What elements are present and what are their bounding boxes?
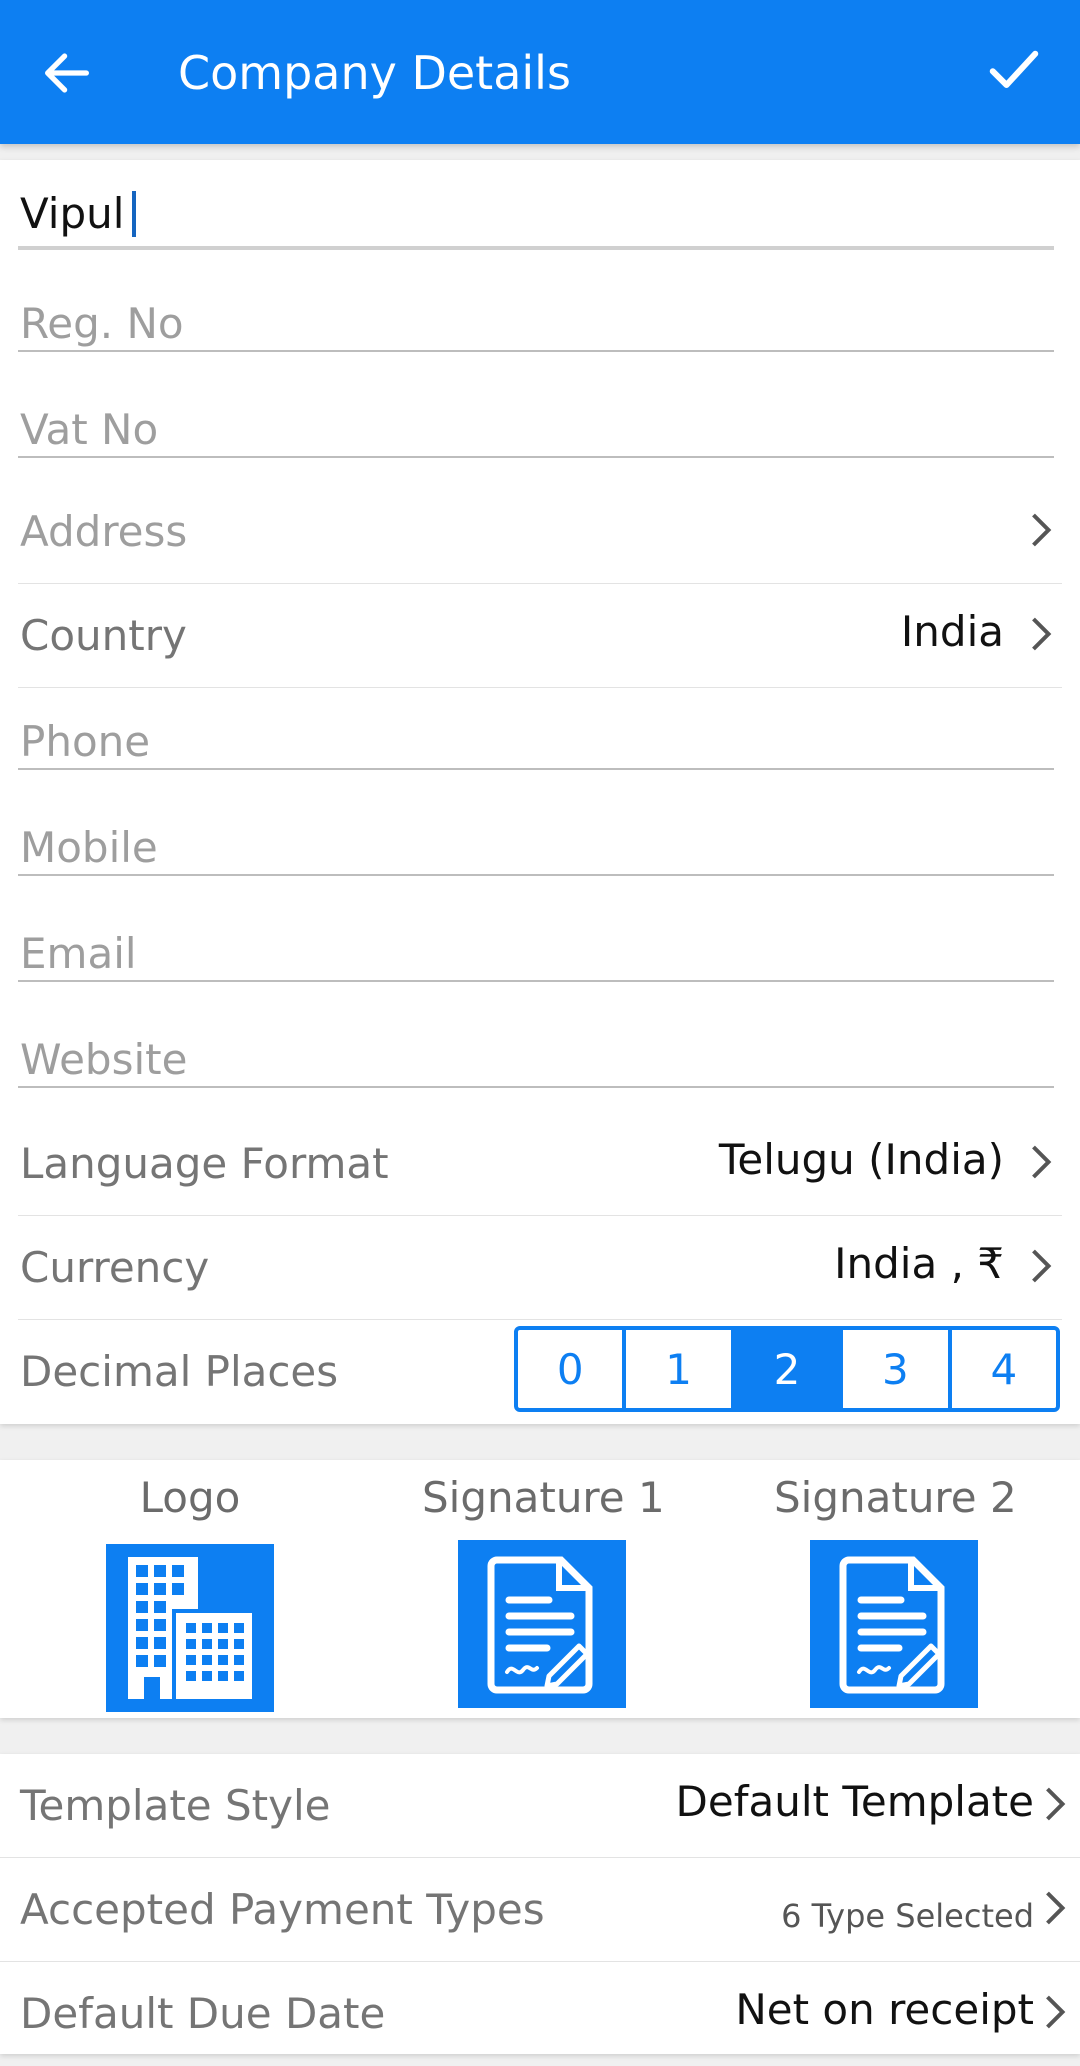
country-row[interactable]: Country India <box>18 584 1062 688</box>
language-format-row[interactable]: Language Format Telugu (India) <box>18 1112 1062 1216</box>
address-row[interactable]: Address <box>18 480 1062 584</box>
divider <box>18 687 1062 688</box>
language-format-label: Language Format <box>20 1139 389 1188</box>
decimal-option-2[interactable]: 2 <box>734 1330 844 1408</box>
company-name-underline <box>18 246 1054 250</box>
phone-underline <box>18 768 1054 770</box>
logo-section[interactable]: Logo <box>70 1470 310 1712</box>
mobile-placeholder: Mobile <box>20 823 158 872</box>
decimal-option-1[interactable]: 1 <box>626 1330 735 1408</box>
chevron-right-icon <box>1032 617 1052 651</box>
checkmark-icon[interactable] <box>984 40 1044 100</box>
due-date-row[interactable]: Default Due Date Net on receipt <box>0 1962 1080 2066</box>
arrow-left-icon[interactable] <box>38 44 96 102</box>
template-style-label: Template Style <box>20 1781 331 1830</box>
signature2-tile[interactable] <box>810 1540 978 1708</box>
chevron-right-icon <box>1046 1891 1066 1925</box>
vat-no-underline <box>18 456 1054 458</box>
reg-no-field[interactable]: Reg. No <box>18 296 1054 354</box>
template-style-value: Default Template <box>675 1777 1034 1826</box>
country-label: Country <box>20 611 187 660</box>
company-name-value: Vipul <box>20 189 125 238</box>
chevron-right-icon <box>1032 1249 1052 1283</box>
signature1-tile[interactable] <box>458 1540 626 1708</box>
logo-tile[interactable] <box>106 1544 274 1712</box>
website-field[interactable]: Website <box>18 1032 1054 1090</box>
email-placeholder: Email <box>20 929 137 978</box>
decimal-places-selector: 0 1 2 3 4 <box>514 1326 1060 1412</box>
country-value: India <box>900 607 1004 656</box>
mobile-field[interactable]: Mobile <box>18 820 1054 878</box>
email-field[interactable]: Email <box>18 926 1054 984</box>
decimal-places-label: Decimal Places <box>20 1347 339 1396</box>
address-placeholder: Address <box>20 507 188 556</box>
website-underline <box>18 1086 1054 1088</box>
app-bar: Company Details <box>0 0 1080 144</box>
reg-no-placeholder: Reg. No <box>20 299 184 348</box>
language-format-value: Telugu (India) <box>718 1135 1004 1184</box>
template-style-row[interactable]: Template Style Default Template <box>0 1754 1080 1858</box>
due-date-label: Default Due Date <box>20 1989 386 2038</box>
currency-label: Currency <box>20 1243 210 1292</box>
signature2-section[interactable]: Signature 2 <box>774 1470 1017 1708</box>
phone-field[interactable]: Phone <box>18 714 1054 772</box>
chevron-right-icon <box>1046 1787 1066 1821</box>
decimal-option-4[interactable]: 4 <box>952 1330 1056 1408</box>
payment-types-label: Accepted Payment Types <box>20 1885 545 1934</box>
signed-document-icon <box>839 1556 945 1694</box>
signature2-label: Signature 2 <box>774 1473 1017 1522</box>
payment-types-row[interactable]: Accepted Payment Types 6 Type Selected <box>0 1858 1080 1962</box>
vat-no-field[interactable]: Vat No <box>18 402 1054 460</box>
vat-no-placeholder: Vat No <box>20 405 159 454</box>
email-underline <box>18 980 1054 982</box>
chevron-right-icon <box>1046 1995 1066 2029</box>
reg-no-underline <box>18 350 1054 352</box>
decimal-option-0[interactable]: 0 <box>518 1330 627 1408</box>
chevron-right-icon <box>1032 1145 1052 1179</box>
page-title: Company Details <box>178 46 571 100</box>
decimal-option-3[interactable]: 3 <box>843 1330 952 1408</box>
currency-value: India , ₹ <box>834 1239 1004 1288</box>
logo-label: Logo <box>139 1473 241 1522</box>
text-cursor <box>132 190 137 237</box>
website-placeholder: Website <box>20 1035 188 1084</box>
signature1-label: Signature 1 <box>422 1473 665 1522</box>
due-date-value: Net on receipt <box>735 1985 1034 2034</box>
building-icon <box>128 1557 252 1699</box>
chevron-right-icon <box>1032 513 1052 547</box>
phone-placeholder: Phone <box>20 717 151 766</box>
currency-row[interactable]: Currency India , ₹ <box>18 1216 1062 1320</box>
company-name-field[interactable]: Vipul <box>18 186 1054 250</box>
signature1-section[interactable]: Signature 1 <box>422 1470 665 1708</box>
mobile-underline <box>18 874 1054 876</box>
signed-document-icon <box>487 1556 593 1694</box>
payment-types-value: 6 Type Selected <box>781 1897 1034 1935</box>
